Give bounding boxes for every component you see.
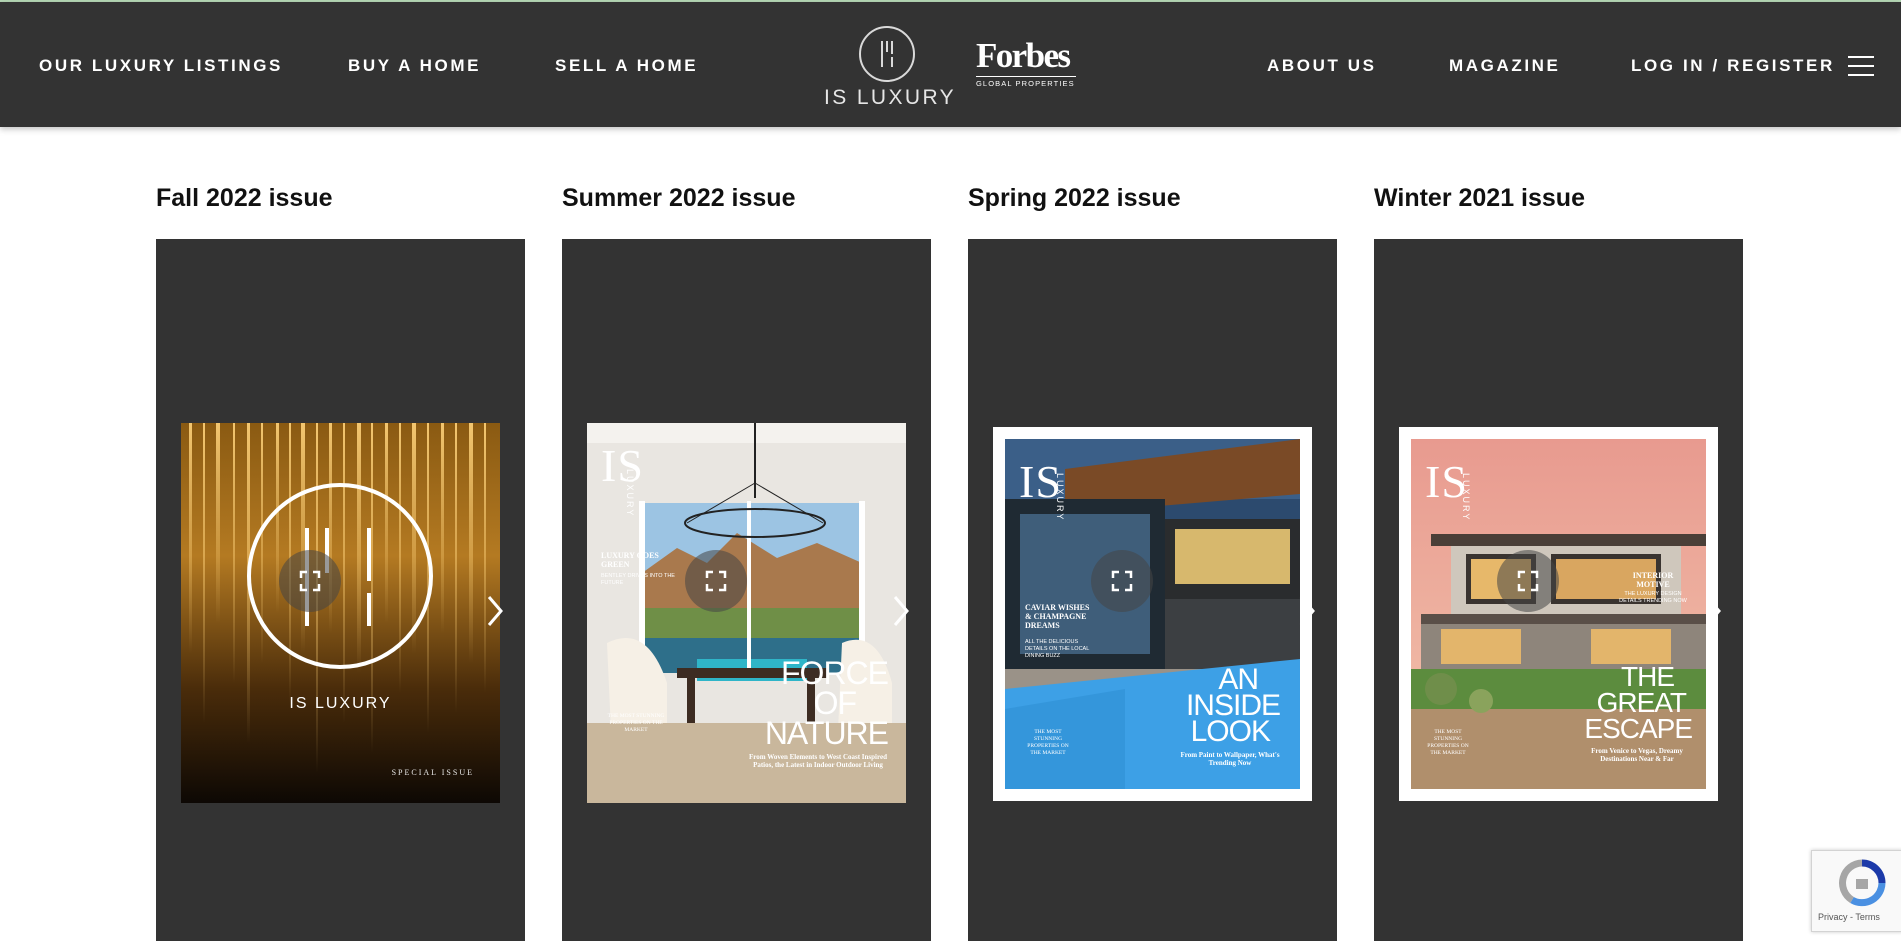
- cover-masthead-side: LUXURY: [1055, 473, 1065, 522]
- fullscreen-button[interactable]: [1091, 550, 1153, 612]
- logo-monogram-icon: [859, 26, 915, 82]
- cover-fall-2022[interactable]: IS LUXURY SPECIAL ISSUE: [181, 423, 500, 803]
- forbes-subtitle: GLOBAL PROPERTIES: [976, 76, 1076, 88]
- fullscreen-button[interactable]: [685, 550, 747, 612]
- cover-kicker-sub: THE LUXURY DESIGN DETAILS TRENDING NOW: [1619, 591, 1687, 604]
- nav-magazine[interactable]: MAGAZINE: [1449, 56, 1560, 76]
- nav-about-us[interactable]: ABOUT US: [1267, 56, 1377, 76]
- cover-kicker: CAVIAR WISHES & CHAMPAGNE DREAMS: [1025, 603, 1090, 630]
- issue-title-spring-2022: Spring 2022 issue: [968, 184, 1181, 212]
- cover-summer-2022[interactable]: IS LUXURY LUXURY GOES GREEN BENTLEY DRIV…: [587, 423, 906, 803]
- cover-deck: From Woven Elements to West Coast Inspir…: [749, 753, 887, 769]
- site-header: OUR LUXURY LISTINGS BUY A HOME SELL A HO…: [0, 2, 1901, 127]
- cover-kicker-sub: BENTLEY DRIVES INTO THE FUTURE: [601, 573, 675, 586]
- cover-headline-line-3: LOOK: [1190, 715, 1271, 748]
- fullscreen-icon: [705, 570, 727, 592]
- recaptcha-terms-link[interactable]: Terms: [1855, 912, 1880, 922]
- fullscreen-icon: [299, 570, 321, 592]
- cover-masthead: IS: [601, 440, 644, 491]
- hamburger-menu-icon[interactable]: [1848, 56, 1874, 76]
- cover-kicker: INTERIOR MOTIVE: [1632, 571, 1674, 589]
- nav-our-luxury-listings[interactable]: OUR LUXURY LISTINGS: [39, 56, 283, 76]
- is-luxury-logo[interactable]: IS LUXURY: [820, 22, 960, 112]
- recaptcha-links: Privacy - Terms: [1818, 912, 1880, 922]
- issue-viewer-winter-2021: IS LUXURY INTERIOR MOTIVE THE LUXURY DES…: [1374, 239, 1743, 941]
- cover-side-text: THE MOST STUNNING PROPERTIES ON THE MARK…: [1427, 729, 1469, 756]
- next-page-arrow-icon[interactable]: [888, 591, 914, 631]
- nav-sell-a-home[interactable]: SELL A HOME: [555, 56, 698, 76]
- nav-log-in-register[interactable]: LOG IN / REGISTER: [1631, 56, 1835, 76]
- nav-buy-a-home[interactable]: BUY A HOME: [348, 56, 481, 76]
- cover-deck: From Venice to Vegas, Dreamy Destination…: [1591, 747, 1683, 763]
- issue-title-winter-2021: Winter 2021 issue: [1374, 184, 1585, 212]
- next-page-arrow-icon[interactable]: [482, 591, 508, 631]
- cover-headline-line-3: NATURE: [764, 715, 889, 751]
- fullscreen-button[interactable]: [279, 550, 341, 612]
- cover-side-text: THE MOST STUNNING PROPERTIES ON THE MARK…: [1027, 729, 1069, 756]
- next-page-arrow-icon[interactable]: [1294, 591, 1320, 631]
- next-page-arrow-icon[interactable]: [1700, 591, 1726, 631]
- cover-headline-line-3: ESCAPE: [1584, 713, 1693, 744]
- issue-viewer-fall-2022: IS LUXURY SPECIAL ISSUE: [156, 239, 525, 941]
- fullscreen-icon: [1517, 570, 1539, 592]
- forbes-wordmark: Forbes: [976, 36, 1071, 75]
- cover-side-text: THE MOST STUNNING PROPERTIES ON THE MARK…: [607, 713, 665, 733]
- recaptcha-icon: [1839, 859, 1886, 907]
- logo-wordmark: IS LUXURY: [823, 86, 957, 109]
- cover-kicker: LUXURY GOES GREEN: [601, 551, 659, 569]
- cover-masthead-side: LUXURY: [625, 469, 635, 518]
- fullscreen-icon: [1111, 570, 1133, 592]
- issue-title-fall-2022: Fall 2022 issue: [156, 184, 333, 212]
- cover-deck: From Paint to Wallpaper, What's Trending…: [1180, 751, 1280, 767]
- forbes-global-properties-logo[interactable]: Forbes GLOBAL PROPERTIES: [976, 38, 1078, 88]
- recaptcha-badge[interactable]: Privacy - Terms: [1811, 850, 1901, 932]
- recaptcha-privacy-link[interactable]: Privacy: [1818, 912, 1848, 922]
- issue-title-summer-2022: Summer 2022 issue: [562, 184, 796, 212]
- cover-winter-2021[interactable]: IS LUXURY INTERIOR MOTIVE THE LUXURY DES…: [1399, 427, 1718, 801]
- cover-footer-text: SPECIAL ISSUE: [391, 768, 474, 777]
- fullscreen-button[interactable]: [1497, 550, 1559, 612]
- cover-kicker-sub: ALL THE DELICIOUS DETAILS ON THE LOCAL D…: [1025, 639, 1090, 659]
- cover-masthead-side: LUXURY: [1461, 473, 1471, 522]
- cover-brand-text: IS LUXURY: [289, 695, 392, 712]
- cover-spring-2022[interactable]: IS LUXURY CAVIAR WISHES & CHAMPAGNE DREA…: [993, 427, 1312, 801]
- issue-viewer-summer-2022: IS LUXURY LUXURY GOES GREEN BENTLEY DRIV…: [562, 239, 931, 941]
- issue-viewer-spring-2022: IS LUXURY CAVIAR WISHES & CHAMPAGNE DREA…: [968, 239, 1337, 941]
